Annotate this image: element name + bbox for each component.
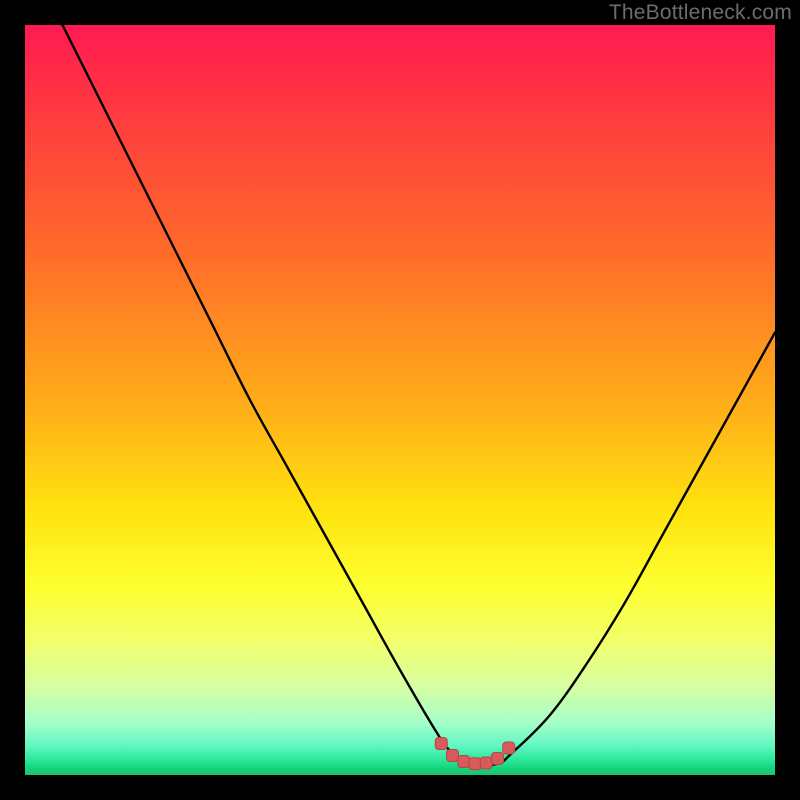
chart-svg (25, 25, 775, 775)
trough-marker (447, 750, 459, 762)
watermark-text: TheBottleneck.com (609, 1, 792, 25)
trough-marker-group (435, 738, 515, 770)
plot-area (25, 25, 775, 775)
trough-marker (480, 757, 492, 769)
trough-marker (503, 742, 515, 754)
bottleneck-curve (63, 25, 776, 765)
trough-marker (469, 758, 481, 770)
chart-frame: TheBottleneck.com (0, 0, 800, 800)
trough-marker (435, 738, 447, 750)
trough-marker (492, 753, 504, 765)
trough-marker (458, 756, 470, 768)
